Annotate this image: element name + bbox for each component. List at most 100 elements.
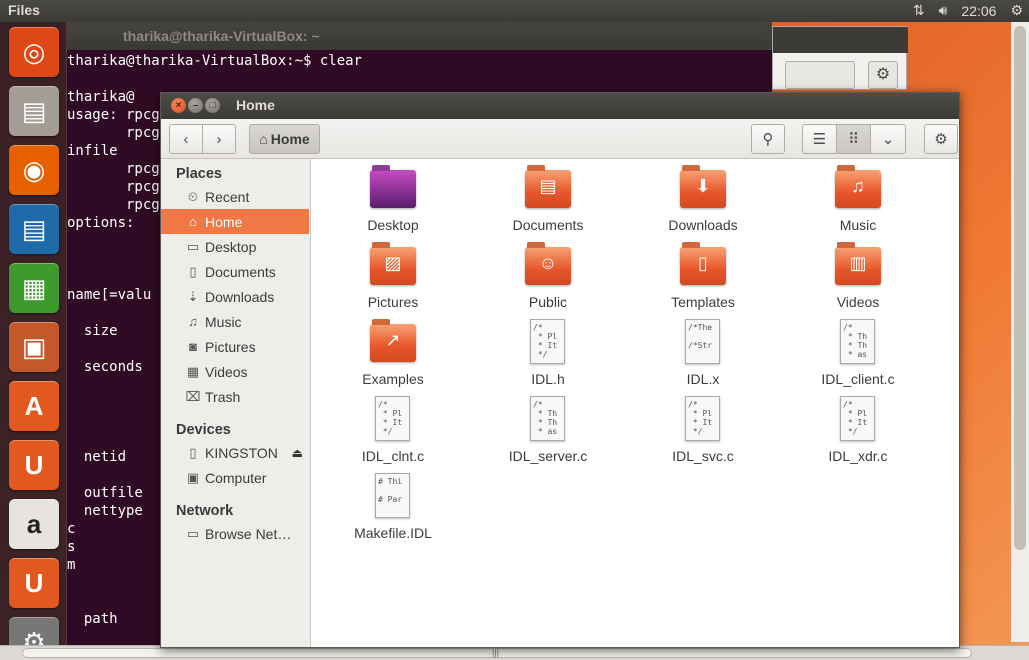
sidebar-heading-places: Places [176,166,222,182]
music-folder-icon: ♫ [835,165,881,208]
file-item[interactable]: /* * Th * Th * as IDL_server.c [478,392,618,468]
home-window-titlebar[interactable]: × – □ Home [161,93,959,119]
sidebar-item-music[interactable]: ♫ Music [161,309,309,334]
sidebar-heading-network: Network [176,503,234,519]
forward-button[interactable]: › [202,124,236,154]
vertical-scrollbar-thumb[interactable] [1014,26,1026,550]
text-file-icon: /* * Th * Th * as [530,396,565,441]
list-view-button[interactable]: ☰ [802,124,837,154]
firefox-icon: ◉ [22,154,46,185]
launcher-ubuntu-software-center[interactable]: A [9,381,59,431]
pictures-icon: ◙ [189,339,197,354]
desktop-folder-icon [370,165,416,208]
file-item[interactable]: ⬇ Downloads [633,161,773,237]
launcher-ubuntu-dash[interactable]: ◎ [9,27,59,77]
view-options-dropdown[interactable]: ⌄ [870,124,906,154]
launcher-ubuntu-one[interactable]: U [9,440,59,490]
search-icon: ⚲ [762,131,774,148]
file-item[interactable]: ♫ Music [788,161,928,237]
search-button[interactable]: ⚲ [751,124,785,154]
sidebar-item-documents[interactable]: ▯ Documents [161,259,309,284]
background-files-window[interactable]: ⚙ [772,26,908,90]
sidebar-item-label: KINGSTON [205,444,278,461]
vertical-scrollbar[interactable] [1011,22,1029,642]
maximize-window-button[interactable]: □ [205,98,220,113]
documents-folder-icon: ▤ [525,165,571,208]
launcher: ◎ ▤ ◉ ▤ ▦ ▣ A Ua U ⚙ [0,22,67,660]
file-name: Desktop [367,217,419,233]
grid-view-button[interactable]: ⠿ [836,124,871,154]
file-name: Examples [362,371,424,387]
file-item[interactable]: ↗ Examples [323,315,463,391]
file-item[interactable]: ▨ Pictures [323,238,463,314]
launcher-libreoffice-calc[interactable]: ▦ [9,263,59,313]
eject-icon[interactable]: ⏏ [292,446,303,460]
home-icon: ⌂ [259,131,268,147]
file-item[interactable]: ▤ Documents [478,161,618,237]
sidebar-item-label: Videos [205,363,248,380]
clock[interactable]: 22:06 [961,3,996,19]
list-icon: ☰ [812,131,827,148]
file-item[interactable]: ▥ Videos [788,238,928,314]
launcher-files[interactable]: ▤ [9,86,59,136]
file-item[interactable]: /* * Th * Th * as IDL_client.c [788,315,928,391]
chevron-left-icon: ‹ [183,130,189,148]
file-name: Music [839,217,877,233]
sidebar-item-computer[interactable]: ▣ Computer [161,465,309,490]
files-icon: ▤ [21,95,47,126]
file-name: IDL_xdr.c [828,448,888,464]
templates-folder-icon: ▯ [680,242,726,285]
launcher-libreoffice-impress[interactable]: ▣ [9,322,59,372]
minimize-window-button[interactable]: – [188,98,203,113]
file-item[interactable]: ☺ Public [478,238,618,314]
close-window-button[interactable]: × [171,98,186,113]
breadcrumb-label: Home [270,131,310,147]
folder-emblem: ↗ [385,330,401,350]
folder-emblem: ▯ [698,253,708,273]
launcher-firefox[interactable]: ◉ [9,145,59,195]
background-view-toggle[interactable] [785,61,855,89]
sidebar-item-videos[interactable]: ▦ Videos [161,359,309,384]
launcher-amazon[interactable]: a [9,499,59,549]
sidebar-item-home[interactable]: ⌂ Home [161,209,309,234]
gear-icon: ⚙ [934,131,948,148]
file-item[interactable]: /* * Pl * It */ IDL.h [478,315,618,391]
libreoffice-impress-icon: ▣ [21,331,47,362]
sidebar-item-label: Browse Net… [205,525,292,542]
browse-net-icon: ▭ [186,525,200,541]
launcher-ubuntu-one-music[interactable]: U [9,558,59,608]
file-item[interactable]: /* * Pl * It */ IDL_clnt.c [323,392,463,468]
sidebar-item-trash[interactable]: ⌧ Trash [161,384,309,409]
toolbar: ‹ › ⌂ Home ⚲ ☰ ⠿ ⌄ ⚙ [161,119,959,159]
videos-icon: ▦ [186,363,200,379]
sidebar-item-label: Documents [205,263,276,280]
power-gear-icon[interactable]: ⚙ [1010,2,1023,19]
sidebar-item-desktop[interactable]: ▭ Desktop [161,234,309,259]
file-item[interactable]: # Thi # Par Makefile.IDL [323,469,463,545]
file-item[interactable]: ▯ Templates [633,238,773,314]
sidebar-item-pictures[interactable]: ◙ Pictures [161,334,309,359]
background-gear-icon[interactable]: ⚙ [868,61,898,89]
sidebar-item-label: Home [205,213,243,230]
file-item[interactable]: Desktop [323,161,463,237]
sidebar-item-recent[interactable]: ⏲ Recent [161,184,309,209]
settings-menu-button[interactable]: ⚙ [924,124,958,154]
launcher-libreoffice-writer[interactable]: ▤ [9,204,59,254]
file-item[interactable]: /*The /*Str IDL.x [633,315,773,391]
desktop-icon: ▭ [186,238,200,254]
file-item[interactable]: /* * Pl * It */ IDL_svc.c [633,392,773,468]
folder-emblem: ▨ [384,253,402,273]
videos-folder-icon: ▥ [835,242,881,285]
sidebar-item-kingston[interactable]: ▯ KINGSTON ⏏ [161,440,309,465]
sidebar-item-label: Trash [205,388,241,405]
text-file-icon: /* * Pl * It */ [840,396,875,441]
text-file-icon: /*The /*Str [685,319,720,364]
file-name: Videos [836,294,880,310]
breadcrumb-home[interactable]: ⌂ Home [249,124,320,154]
speaker-icon[interactable]: 🔊︎ [939,2,948,19]
sidebar-item-browse-net[interactable]: ▭ Browse Net… [161,521,309,546]
back-button[interactable]: ‹ [169,124,203,154]
sidebar-item-downloads[interactable]: ⇣ Downloads [161,284,309,309]
network-arrows-icon[interactable]: ⇅ [913,2,925,19]
file-item[interactable]: /* * Pl * It */ IDL_xdr.c [788,392,928,468]
